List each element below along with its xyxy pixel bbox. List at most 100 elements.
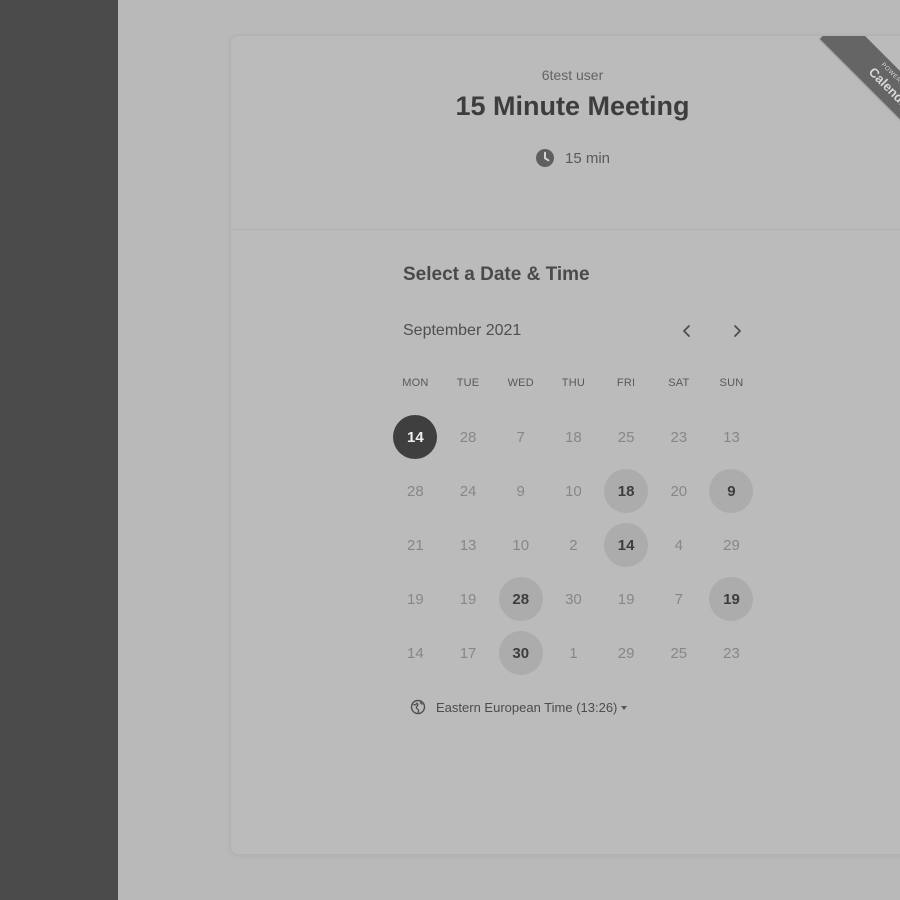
calendar-day: 25 — [670, 644, 688, 662]
available-day[interactable]: 30 — [498, 631, 543, 675]
day-cell: 14 — [389, 631, 442, 675]
calendar-day: 10 — [565, 482, 582, 500]
calendar-day: 2 — [569, 536, 578, 554]
calendar-day: 18 — [565, 428, 582, 446]
day-cell: 30 — [547, 577, 600, 621]
calendar-day: 24 — [459, 482, 477, 500]
day-cell: 29 — [600, 631, 653, 675]
calendar-day: 19 — [407, 590, 424, 608]
calendar-week: 14 17 30 1 29 25 23 — [389, 626, 758, 680]
day-cell: 10 — [547, 469, 600, 513]
day-cell: 29 — [705, 523, 758, 567]
weekday-label: SAT — [668, 377, 690, 389]
calendar-day: 25 — [617, 428, 635, 446]
selected-day[interactable]: 14 — [393, 415, 438, 459]
calendar-day: 29 — [723, 536, 740, 554]
day-cell: 23 — [652, 415, 705, 459]
weekday-label: MON — [402, 377, 429, 389]
calendar-day: 14 — [407, 644, 424, 662]
available-day[interactable]: 9 — [709, 469, 754, 513]
weekday-label: WED — [507, 377, 534, 389]
day-cell: 13 — [705, 415, 758, 459]
left-sidebar — [0, 0, 118, 900]
day-cell: 9 — [494, 469, 547, 513]
duration-label: 15 min — [564, 149, 611, 167]
calendar-day: 13 — [459, 536, 477, 554]
day-cell: 21 — [389, 523, 442, 567]
day-cell: 18 — [600, 469, 653, 513]
day-cell: 19 — [389, 577, 442, 621]
host-name: 6test user — [541, 67, 604, 83]
globe-icon — [410, 699, 426, 715]
day-cell: 24 — [442, 469, 495, 513]
calendar-weeks: 14 28 7 18 25 23 13 28 24 9 10 18 20 9 21 13 10 2 14 4 29 19 1… — [389, 410, 758, 680]
day-cell: 28 — [442, 415, 495, 459]
ribbon-brand: Calendly — [865, 64, 900, 114]
event-title: 15 Minute Meeting — [455, 91, 690, 121]
calendar-week: 21 13 10 2 14 4 29 — [389, 518, 758, 572]
calendar-day: 9 — [516, 482, 525, 500]
powered-by-ribbon[interactable]: Powered by Calendly — [811, 36, 900, 166]
day-cell: 4 — [652, 523, 705, 567]
available-day[interactable]: 14 — [604, 523, 649, 567]
calendar-day: 20 — [670, 482, 688, 500]
calendar-day: 4 — [674, 536, 683, 554]
calendar-day: 28 — [459, 428, 477, 446]
day-cell: 1 — [547, 631, 600, 675]
weekday-header: MON TUE WED THU FRI SAT SUN — [389, 374, 758, 392]
calendar-day: 23 — [723, 644, 740, 662]
available-day[interactable]: 28 — [498, 577, 543, 621]
day-cell: 13 — [442, 523, 495, 567]
day-cell: 14 — [600, 523, 653, 567]
scheduling-card: 6test user 15 Minute Meeting 15 min Powe… — [230, 35, 900, 855]
day-cell: 14 — [389, 415, 442, 459]
day-cell: 2 — [547, 523, 600, 567]
month-label: September 2021 — [403, 322, 522, 339]
day-cell: 23 — [705, 631, 758, 675]
previous-month-button[interactable] — [673, 317, 701, 345]
calendar-day: 19 — [617, 590, 635, 608]
weekday-label: SUN — [719, 377, 744, 389]
calendar-day: 30 — [565, 590, 582, 608]
clock-icon — [535, 149, 554, 167]
day-cell: 18 — [547, 415, 600, 459]
calendar-day: 7 — [516, 428, 525, 446]
day-cell: 20 — [652, 469, 705, 513]
day-cell: 7 — [652, 577, 705, 621]
calendar-week: 19 19 28 30 19 7 19 — [389, 572, 758, 626]
next-month-button[interactable] — [723, 317, 751, 345]
calendar-grid: MON TUE WED THU FRI SAT SUN 14 28 7 18 25 23 13 28 24 9… — [389, 374, 758, 680]
calendar-day: 1 — [569, 644, 578, 662]
calendar-day: 13 — [723, 428, 740, 446]
event-header: 6test user 15 Minute Meeting 15 min — [231, 36, 900, 230]
chevron-left-icon — [683, 325, 690, 337]
available-day[interactable]: 18 — [604, 469, 649, 513]
calendar-day: 23 — [670, 428, 688, 446]
calendar-day: 10 — [512, 536, 530, 554]
calendar-day: 7 — [674, 590, 683, 608]
day-cell: 7 — [494, 415, 547, 459]
day-cell: 25 — [600, 415, 653, 459]
day-cell: 25 — [652, 631, 705, 675]
weekday-label: TUE — [456, 377, 480, 389]
calendar-week: 14 28 7 18 25 23 13 — [389, 410, 758, 464]
day-cell: 19 — [442, 577, 495, 621]
event-duration: 15 min — [231, 148, 900, 168]
weekday-label: THU — [561, 377, 586, 389]
timezone-selector[interactable]: Eastern European Time (13:26) — [410, 699, 628, 715]
day-cell: 9 — [705, 469, 758, 513]
calendar-day: 19 — [459, 590, 477, 608]
picker-title: Select a Date & Time — [403, 264, 590, 285]
caret-down-icon — [621, 706, 628, 710]
day-cell: 17 — [442, 631, 495, 675]
calendar-day: 21 — [407, 536, 424, 554]
day-cell: 28 — [494, 577, 547, 621]
available-day[interactable]: 19 — [709, 577, 754, 621]
calendar-day: 28 — [407, 482, 424, 500]
day-cell: 10 — [494, 523, 547, 567]
calendar-day: 29 — [617, 644, 635, 662]
ribbon-band: Powered by Calendly — [819, 36, 900, 160]
chevron-right-icon — [734, 325, 741, 337]
day-cell: 19 — [600, 577, 653, 621]
day-cell: 19 — [705, 577, 758, 621]
